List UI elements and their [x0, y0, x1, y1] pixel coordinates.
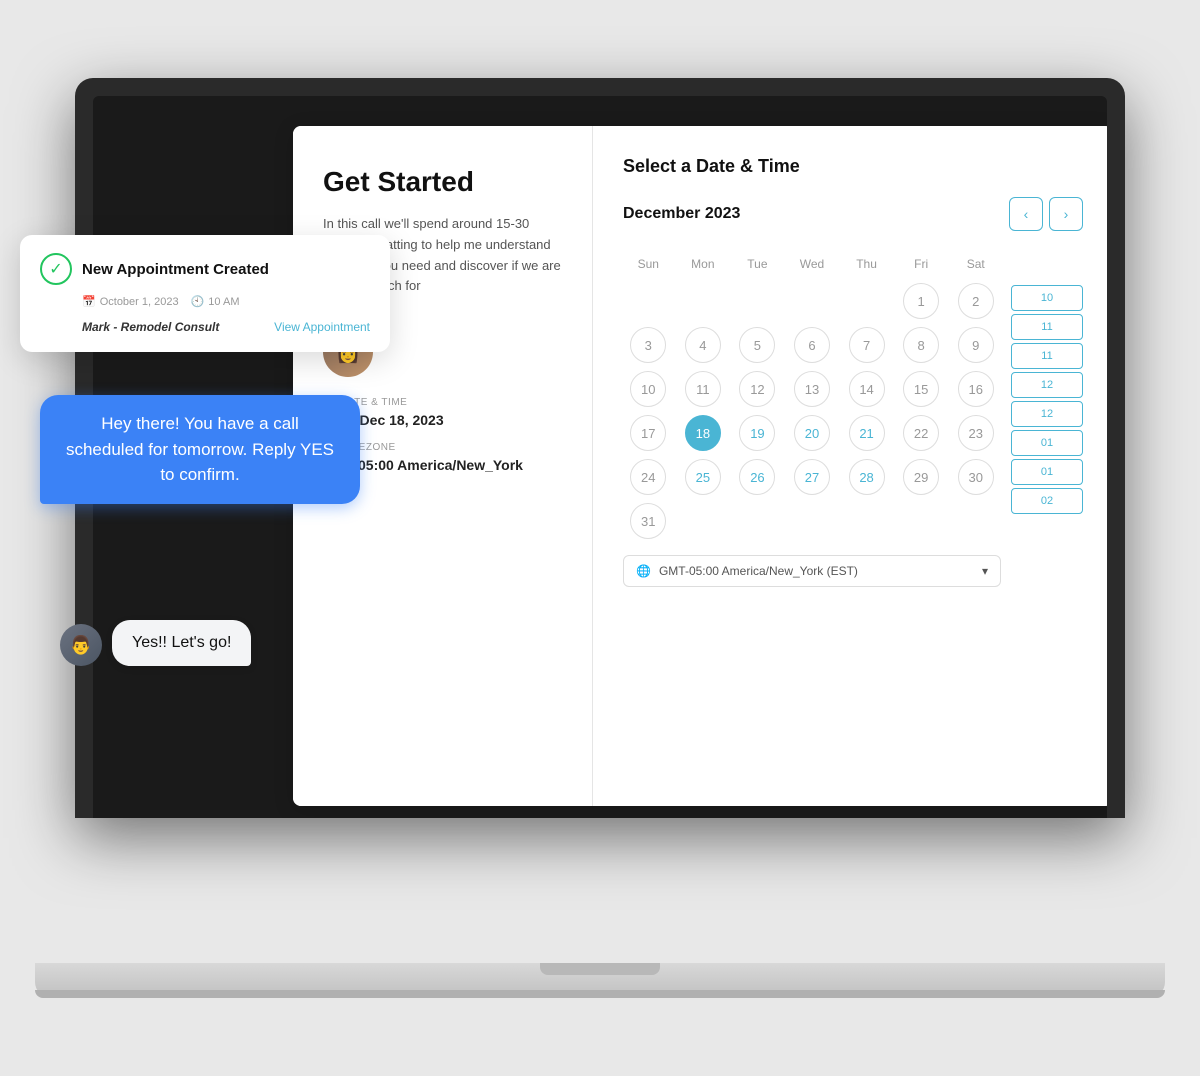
day-29[interactable]: 29	[903, 459, 939, 495]
calendar-nav-row: December 2023 ‹ ›	[623, 197, 1083, 231]
day-25[interactable]: 25	[685, 459, 721, 495]
notification-date: 📅 October 1, 2023	[82, 295, 179, 308]
time-slot-0100[interactable]: 01	[1011, 430, 1083, 456]
day-3[interactable]: 3	[630, 327, 666, 363]
day-6[interactable]: 6	[794, 327, 830, 363]
day-empty	[849, 283, 885, 319]
day-header-thu: Thu	[841, 251, 892, 277]
calendar-nav-buttons: ‹ ›	[1009, 197, 1083, 231]
globe-icon-small: 🌐	[636, 564, 651, 578]
day-header-fri: Fri	[896, 251, 947, 277]
day-header-wed: Wed	[787, 251, 838, 277]
view-appointment-link[interactable]: View Appointment	[274, 320, 370, 334]
get-started-title: Get Started	[323, 166, 562, 198]
time-slot-1200[interactable]: 12	[1011, 372, 1083, 398]
day-13[interactable]: 13	[794, 371, 830, 407]
notification-card: ✓ New Appointment Created 📅 October 1, 2…	[20, 235, 390, 352]
day-16[interactable]: 16	[958, 371, 994, 407]
clock-icon: 🕙	[191, 295, 205, 308]
calendar-day-headers: Sun Mon Tue Wed Thu Fri Sat	[623, 251, 1001, 541]
time-slot-1100[interactable]: 11	[1011, 314, 1083, 340]
calendar-icon-small: 📅	[82, 295, 96, 308]
day-header-sat: Sat	[950, 251, 1001, 277]
laptop-mockup: Get Started In this call we'll spend aro…	[75, 78, 1125, 998]
ui-panel: Get Started In this call we'll spend aro…	[293, 126, 1107, 806]
notification-title: New Appointment Created	[82, 261, 269, 278]
day-empty	[794, 503, 830, 539]
day-empty	[849, 503, 885, 539]
calendar-wrapper: Sun Mon Tue Wed Thu Fri Sat	[623, 251, 1083, 587]
incoming-message-text: Yes!! Let's go!	[112, 620, 251, 666]
day-2[interactable]: 2	[958, 283, 994, 319]
day-17[interactable]: 17	[630, 415, 666, 451]
day-empty	[630, 283, 666, 319]
notification-header: ✓ New Appointment Created	[40, 253, 370, 285]
day-22[interactable]: 22	[903, 415, 939, 451]
day-15[interactable]: 15	[903, 371, 939, 407]
timezone-text: GMT-05:00 America/New_York (EST)	[659, 564, 858, 578]
day-8[interactable]: 8	[903, 327, 939, 363]
calendar-main: Sun Mon Tue Wed Thu Fri Sat	[623, 251, 1011, 587]
day-31[interactable]: 31	[630, 503, 666, 539]
day-12[interactable]: 12	[739, 371, 775, 407]
check-circle-icon: ✓	[40, 253, 72, 285]
day-5[interactable]: 5	[739, 327, 775, 363]
laptop-base-bottom	[35, 990, 1165, 998]
time-slots-column: 10 11 11 12 12 01 01 02	[1011, 251, 1083, 587]
day-18-selected[interactable]: 18	[685, 415, 721, 451]
day-header-sun: Sun	[623, 251, 674, 277]
notification-footer: Mark - Remodel Consult View Appointment	[40, 320, 370, 334]
notification-meta: 📅 October 1, 2023 🕙 10 AM	[40, 295, 370, 308]
day-11[interactable]: 11	[685, 371, 721, 407]
time-slot-1130[interactable]: 11	[1011, 343, 1083, 369]
calendar-month: December 2023	[623, 205, 740, 223]
day-4[interactable]: 4	[685, 327, 721, 363]
incoming-chat-bubble: 👨 Yes!! Let's go!	[60, 620, 251, 666]
day-19[interactable]: 19	[739, 415, 775, 451]
day-1[interactable]: 1	[903, 283, 939, 319]
day-header-tue: Tue	[732, 251, 783, 277]
day-empty	[739, 503, 775, 539]
outgoing-chat-bubble: Hey there! You have a call scheduled for…	[40, 395, 360, 504]
right-panel: Select a Date & Time December 2023 ‹ › S	[593, 126, 1107, 806]
day-21[interactable]: 21	[849, 415, 885, 451]
next-month-button[interactable]: ›	[1049, 197, 1083, 231]
time-slot-1230[interactable]: 12	[1011, 401, 1083, 427]
day-9[interactable]: 9	[958, 327, 994, 363]
day-24[interactable]: 24	[630, 459, 666, 495]
time-slot-1000[interactable]: 10	[1011, 285, 1083, 311]
chevron-down-icon: ▾	[982, 564, 988, 578]
time-slot-0130[interactable]: 01	[1011, 459, 1083, 485]
day-empty	[685, 503, 721, 539]
notification-client-name: Mark - Remodel Consult	[82, 320, 219, 334]
day-empty	[685, 283, 721, 319]
notification-time: 🕙 10 AM	[191, 295, 240, 308]
day-20[interactable]: 20	[794, 415, 830, 451]
time-slot-0200[interactable]: 02	[1011, 488, 1083, 514]
day-14[interactable]: 14	[849, 371, 885, 407]
day-30[interactable]: 30	[958, 459, 994, 495]
laptop-base	[35, 963, 1165, 998]
day-27[interactable]: 27	[794, 459, 830, 495]
day-empty	[958, 503, 994, 539]
day-empty	[739, 283, 775, 319]
day-empty	[794, 283, 830, 319]
day-empty	[903, 503, 939, 539]
day-28[interactable]: 28	[849, 459, 885, 495]
day-7[interactable]: 7	[849, 327, 885, 363]
timezone-selector[interactable]: 🌐 GMT-05:00 America/New_York (EST) ▾	[623, 555, 1001, 587]
day-23[interactable]: 23	[958, 415, 994, 451]
prev-month-button[interactable]: ‹	[1009, 197, 1043, 231]
incoming-avatar: 👨	[60, 624, 102, 666]
calendar-header: Select a Date & Time	[623, 156, 1083, 177]
day-header-mon: Mon	[678, 251, 729, 277]
day-26[interactable]: 26	[739, 459, 775, 495]
laptop-notch	[540, 963, 660, 975]
day-10[interactable]: 10	[630, 371, 666, 407]
